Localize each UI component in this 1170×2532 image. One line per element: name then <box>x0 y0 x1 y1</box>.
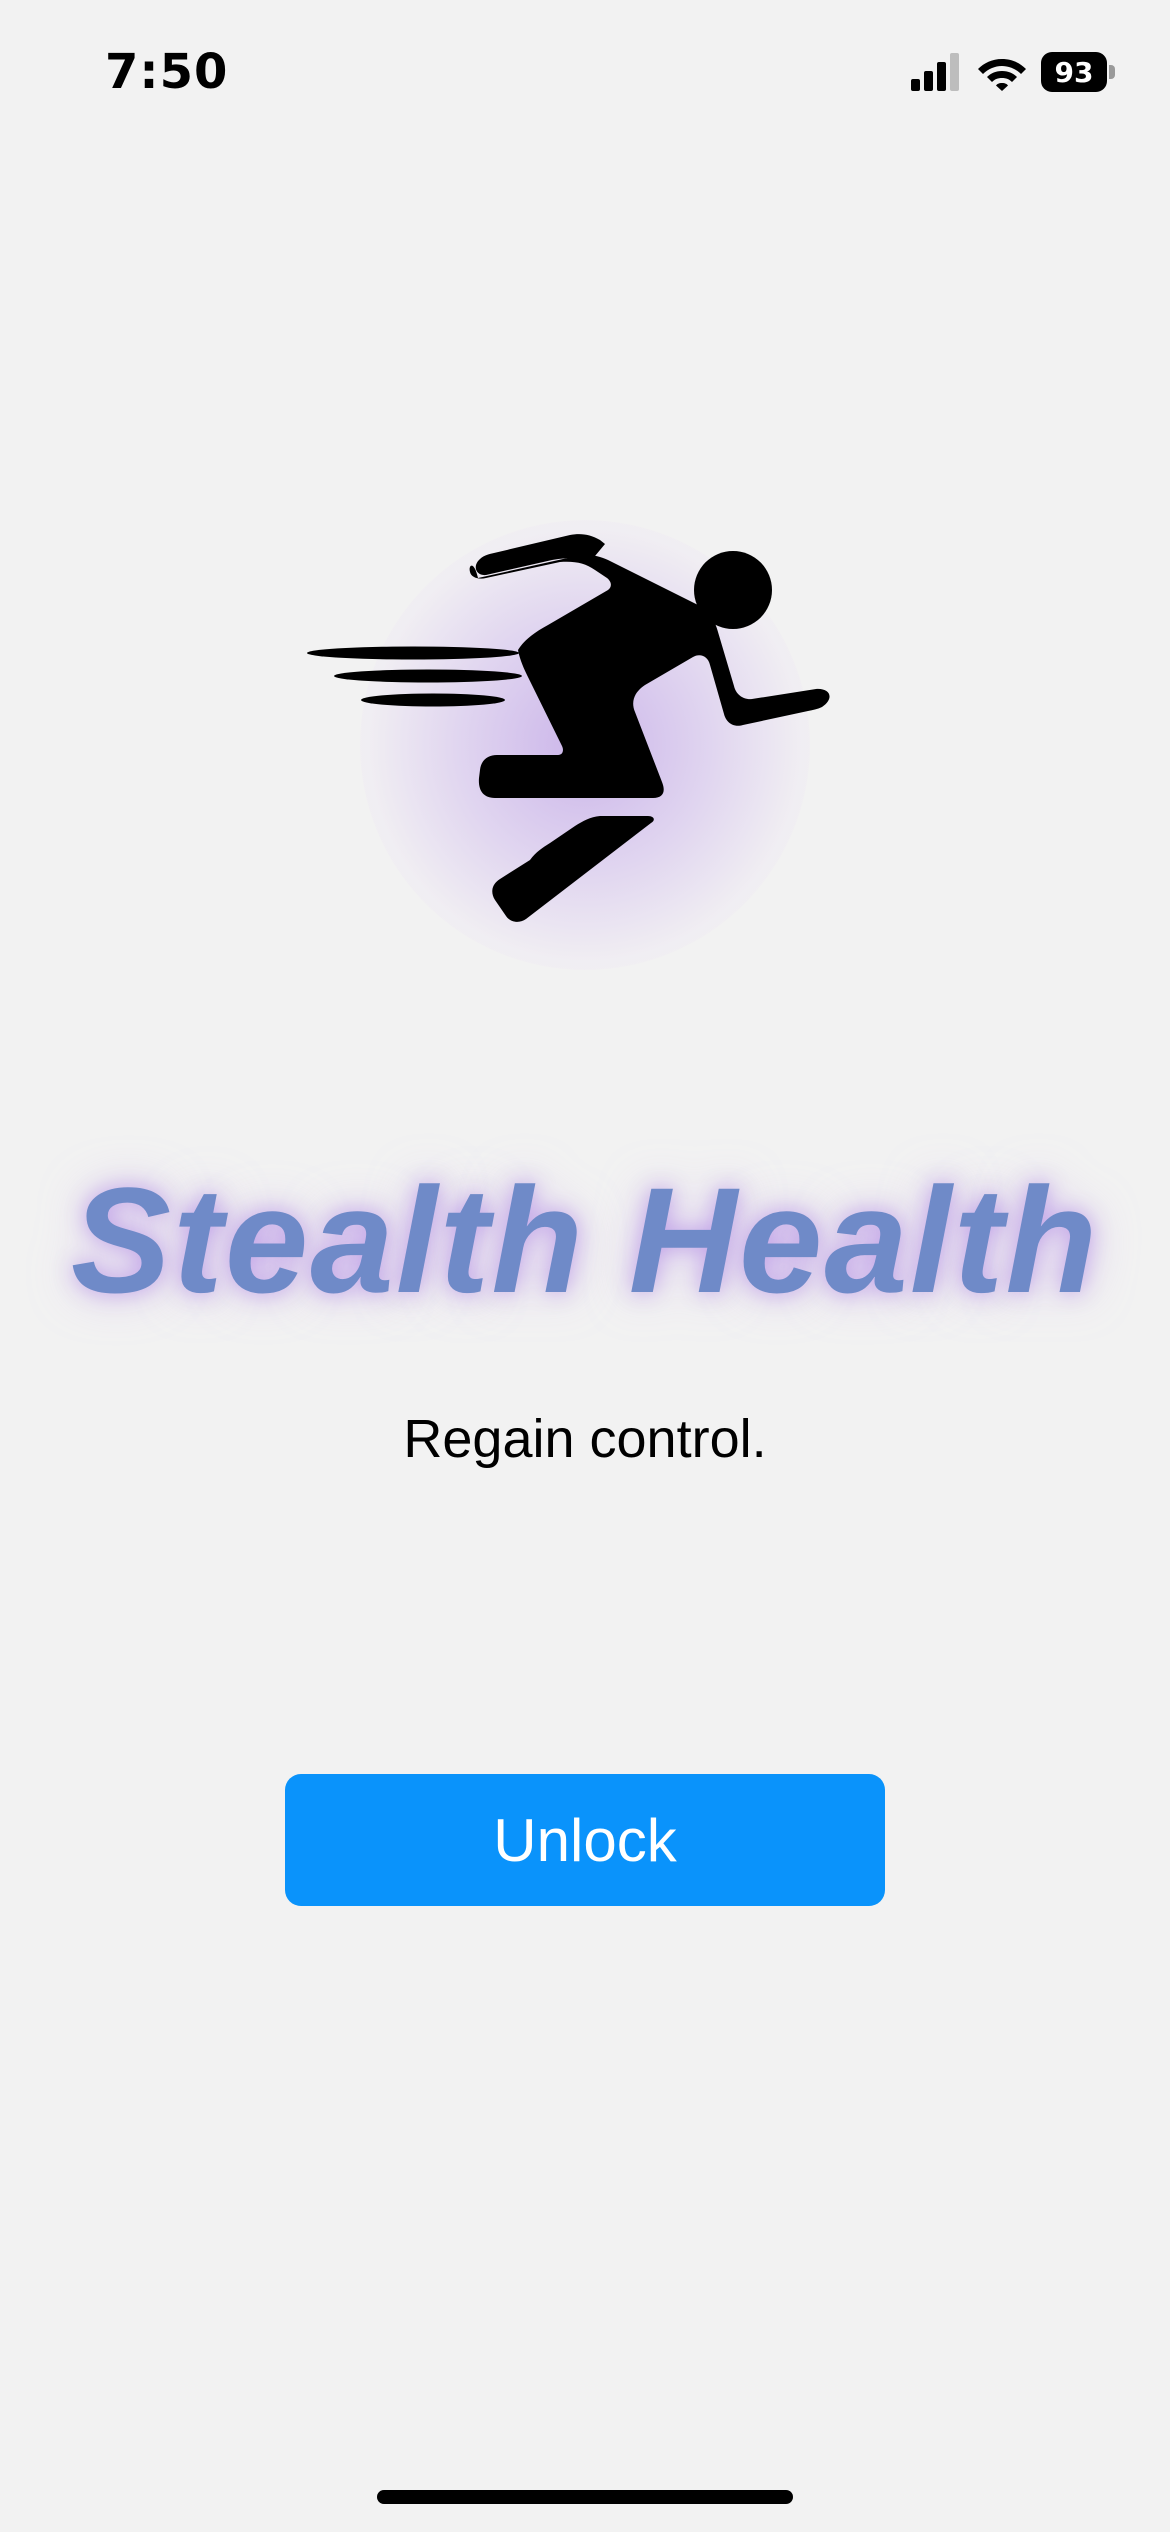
battery-icon: 93 <box>1041 52 1115 92</box>
battery-level: 93 <box>1041 52 1107 92</box>
status-bar: 7:50 93 <box>0 0 1170 140</box>
speed-lines-icon <box>307 646 522 707</box>
tagline: Regain control. <box>403 1409 767 1469</box>
hero-graphic <box>290 460 880 1040</box>
running-person-icon <box>307 534 830 922</box>
battery-cap <box>1109 65 1115 79</box>
app-title: Stealth Health <box>70 1156 1100 1324</box>
status-icons: 93 <box>911 48 1115 96</box>
cellular-signal-icon <box>911 53 959 91</box>
unlock-button[interactable]: Unlock <box>285 1774 885 1906</box>
status-time: 7:50 <box>105 44 229 100</box>
home-indicator[interactable] <box>377 2490 793 2504</box>
wifi-icon <box>978 59 1026 91</box>
